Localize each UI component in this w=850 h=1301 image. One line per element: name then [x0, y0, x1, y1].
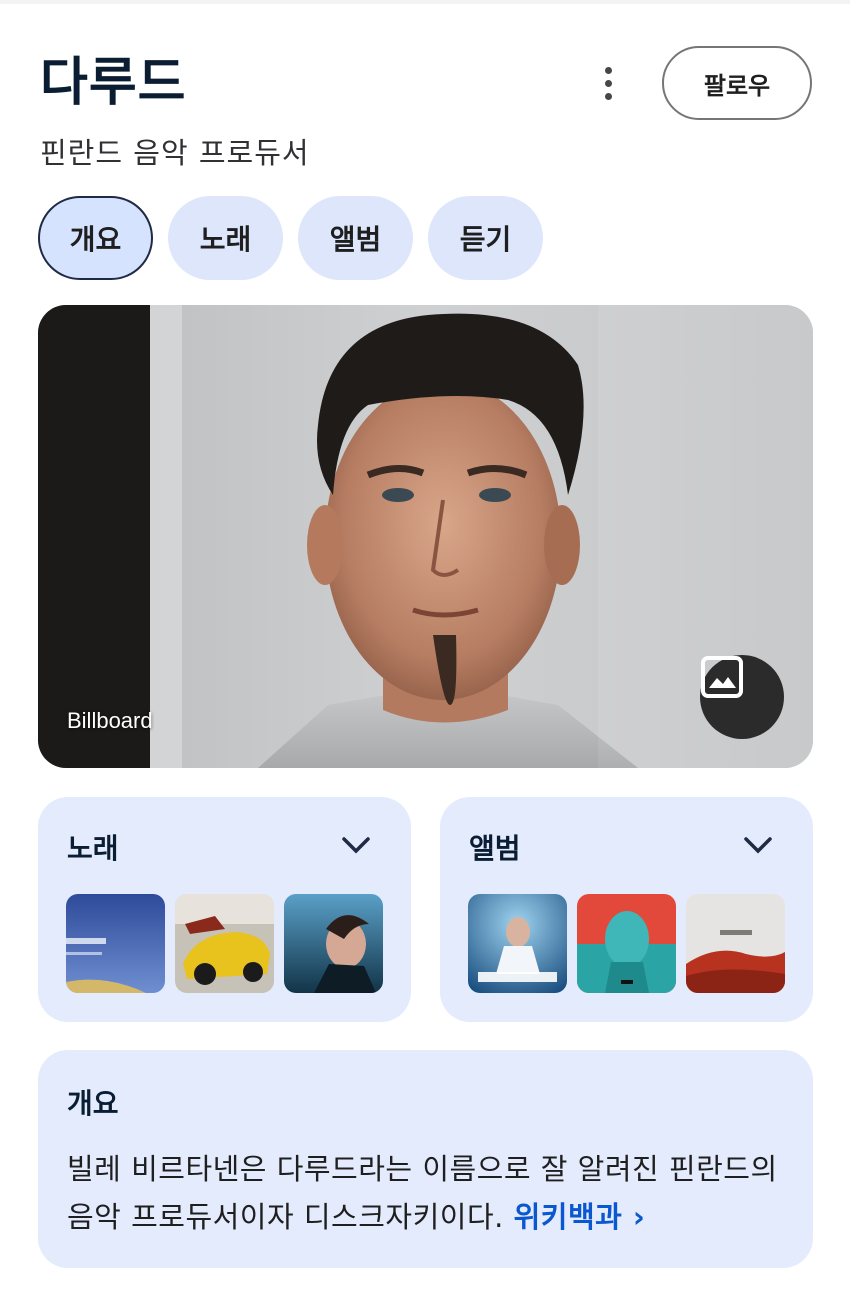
- tab-overview[interactable]: 개요: [38, 196, 153, 280]
- photo-credit: Billboard: [67, 708, 153, 733]
- page-subtitle: 핀란드 음악 프로듀서: [40, 136, 310, 170]
- overview-title: 개요: [67, 1087, 119, 1120]
- song-thumbnail[interactable]: [66, 894, 165, 993]
- more-vert-icon-dot: [604, 92, 612, 100]
- albums-card: 앨범: [440, 797, 813, 1022]
- overview-card: 개요 빌레 비르타넨은 다루드라는 이름으로 잘 알려진 핀란드의 음악 프로듀…: [38, 1050, 813, 1268]
- page-title: 다루드: [40, 53, 187, 113]
- tab-albums[interactable]: 앨범: [298, 196, 413, 280]
- album-thumbnail[interactable]: [577, 894, 676, 993]
- songs-card-title: 노래: [67, 832, 119, 865]
- artist-photo[interactable]: Billboard: [38, 305, 813, 768]
- tab-bar: 개요 노래 앨범 듣기: [38, 196, 543, 280]
- song-thumbnail[interactable]: [175, 894, 274, 993]
- image-gallery-button[interactable]: [700, 655, 784, 739]
- song-cover-art: [66, 894, 165, 993]
- follow-button[interactable]: 팔로우: [662, 46, 812, 120]
- chevron-down-icon[interactable]: [743, 833, 773, 857]
- song-thumbnail[interactable]: [284, 894, 383, 993]
- overview-text: 빌레 비르타넨은 다루드라는 이름으로 잘 알려진 핀란드의 음악 프로듀서이자…: [67, 1152, 778, 1234]
- album-thumbnail[interactable]: [686, 894, 785, 993]
- more-vert-icon-dot: [604, 79, 612, 87]
- more-vert-icon: [604, 66, 612, 74]
- top-divider: [0, 0, 850, 4]
- song-cover-art: [284, 894, 383, 993]
- album-cover-art: [686, 894, 785, 993]
- album-cover-art: [577, 894, 676, 993]
- albums-card-title: 앨범: [469, 832, 521, 865]
- album-cover-art: [468, 894, 567, 993]
- overview-description: 빌레 비르타넨은 다루드라는 이름으로 잘 알려진 핀란드의 음악 프로듀서이자…: [67, 1145, 787, 1241]
- tab-listen[interactable]: 듣기: [428, 196, 543, 280]
- image-icon: [701, 656, 743, 698]
- chevron-down-icon[interactable]: [341, 833, 371, 857]
- artist-photo-image: [38, 305, 813, 768]
- song-cover-art: [175, 894, 274, 993]
- more-options-button[interactable]: [588, 60, 628, 106]
- album-thumbnail[interactable]: [468, 894, 567, 993]
- songs-card: 노래: [38, 797, 411, 1022]
- wikipedia-link[interactable]: 위키백과 ›: [514, 1200, 646, 1234]
- tab-songs[interactable]: 노래: [168, 196, 283, 280]
